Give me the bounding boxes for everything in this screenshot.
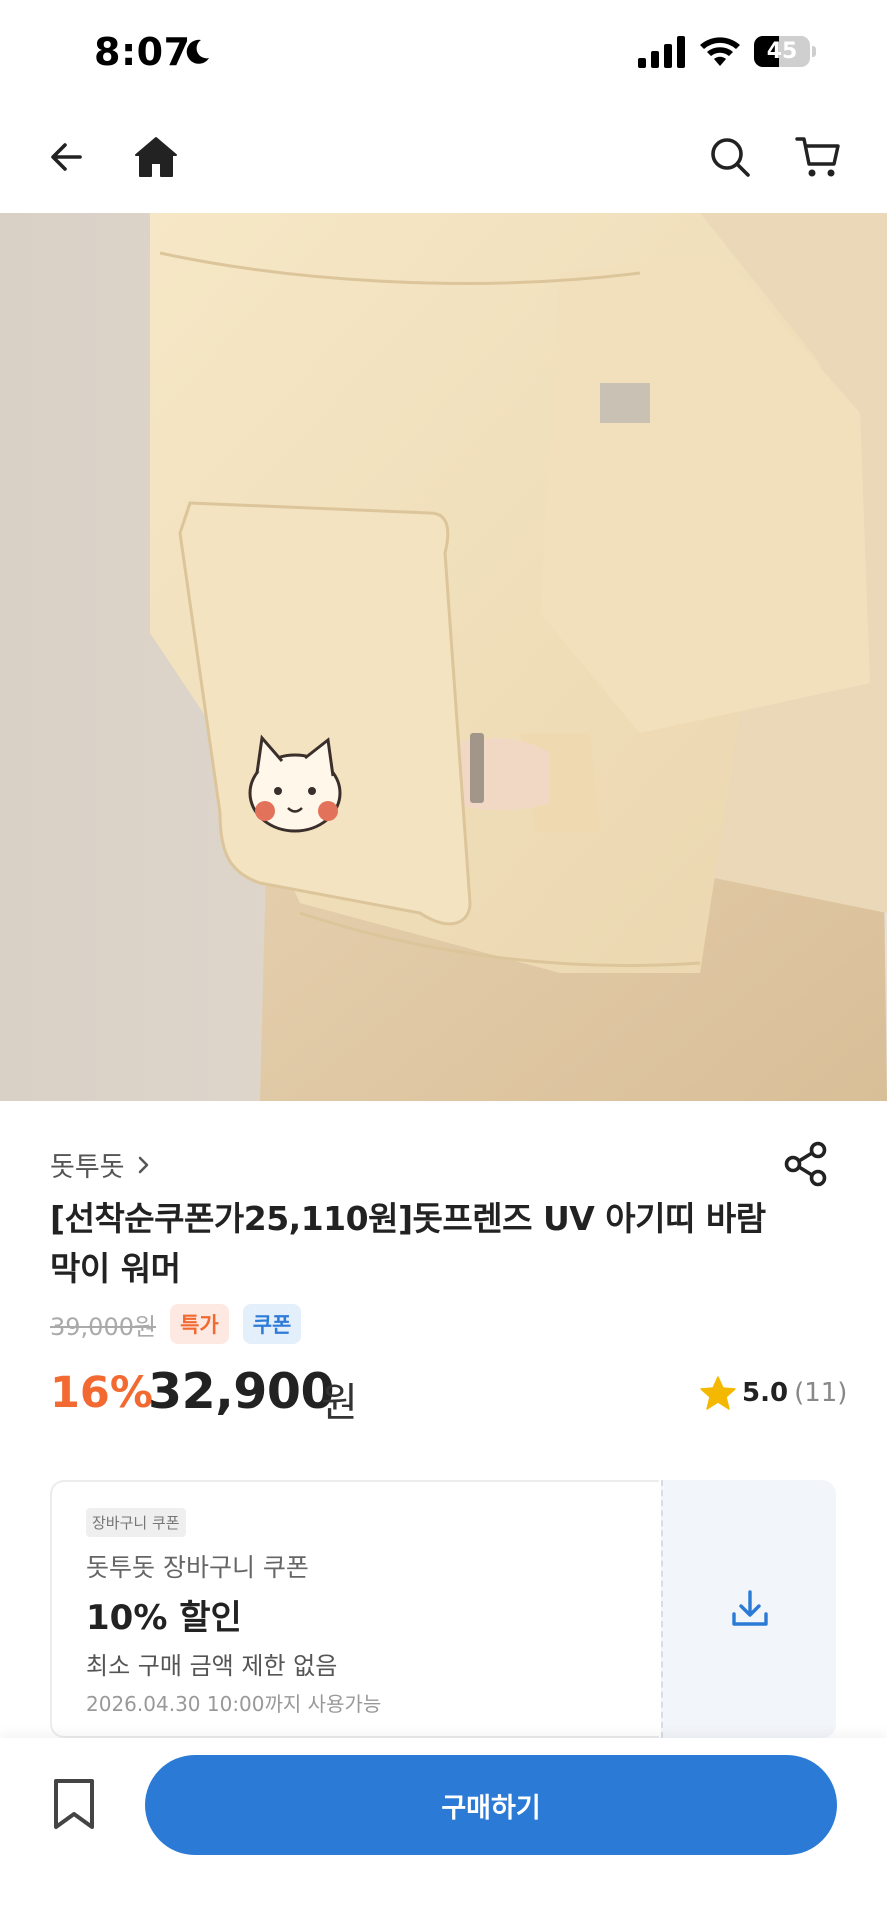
coupon-min-purchase: 최소 구매 금액 제한 없음 [86,1652,338,1680]
star-icon [700,1376,736,1410]
rating-summary[interactable]: 5.0 (11) [700,1376,847,1410]
battery-level: 45 [766,39,798,64]
original-price: 39,000원 [50,1312,157,1341]
review-count: (11) [794,1378,848,1408]
download-icon [731,1590,768,1626]
coupon-expiry: 2026.04.30 10:00까지 사용가능 [86,1692,382,1716]
cellular-signal-icon [638,36,685,68]
search-icon [711,138,750,177]
product-photo [0,213,887,1101]
cart-icon [795,137,840,177]
share-icon [784,1141,827,1187]
bookmark-icon [54,1779,94,1829]
sale-price: 32,900 [148,1363,335,1420]
chevron-right-icon [138,1156,148,1173]
buy-button[interactable]: 구매하기 [145,1755,837,1855]
brand-link[interactable]: 돗투돗 [50,1145,153,1184]
back-button[interactable] [34,125,98,189]
home-icon [135,137,177,177]
coupon-type-tag: 장바구니 쿠폰 [86,1508,186,1537]
cart-button[interactable] [786,125,850,189]
battery-indicator: 45 [754,36,816,67]
price-meta-row: 39,000원 특가 쿠폰 [50,1304,302,1344]
discount-rate: 16% [50,1368,153,1418]
wifi-icon [700,37,740,66]
home-button[interactable] [124,125,188,189]
product-image-carousel[interactable] [0,213,887,1101]
top-nav-bar [0,105,887,213]
coupon-name: 돗투돗 장바구니 쿠폰 [86,1553,309,1582]
coupon-card: 장바구니 쿠폰 돗투돗 장바구니 쿠폰 10% 할인 최소 구매 금액 제한 없… [50,1480,836,1738]
coupon-info: 장바구니 쿠폰 돗투돗 장바구니 쿠폰 10% 할인 최소 구매 금액 제한 없… [50,1480,659,1738]
arrow-left-icon [51,143,82,171]
share-button[interactable] [778,1136,834,1192]
bottom-action-bar: 구매하기 [0,1738,887,1920]
product-title: [선착순쿠폰가25,110원]돗프렌즈 UV 아기띠 바람막이 워머 [50,1199,766,1288]
special-price-badge: 특가 [170,1304,229,1344]
status-time: 8:07 [94,30,191,74]
bookmark-button[interactable] [44,1770,104,1838]
status-bar: 8:07 45 [0,0,887,105]
moon-icon [186,39,209,64]
rating-score: 5.0 [742,1378,789,1408]
coupon-download-button[interactable] [661,1480,836,1738]
coupon-badge: 쿠폰 [242,1304,302,1344]
brand-name: 돗투돗 [50,1152,125,1183]
currency-unit: 원 [321,1380,358,1426]
coupon-discount: 10% 할인 [86,1598,242,1638]
search-button[interactable] [698,125,762,189]
